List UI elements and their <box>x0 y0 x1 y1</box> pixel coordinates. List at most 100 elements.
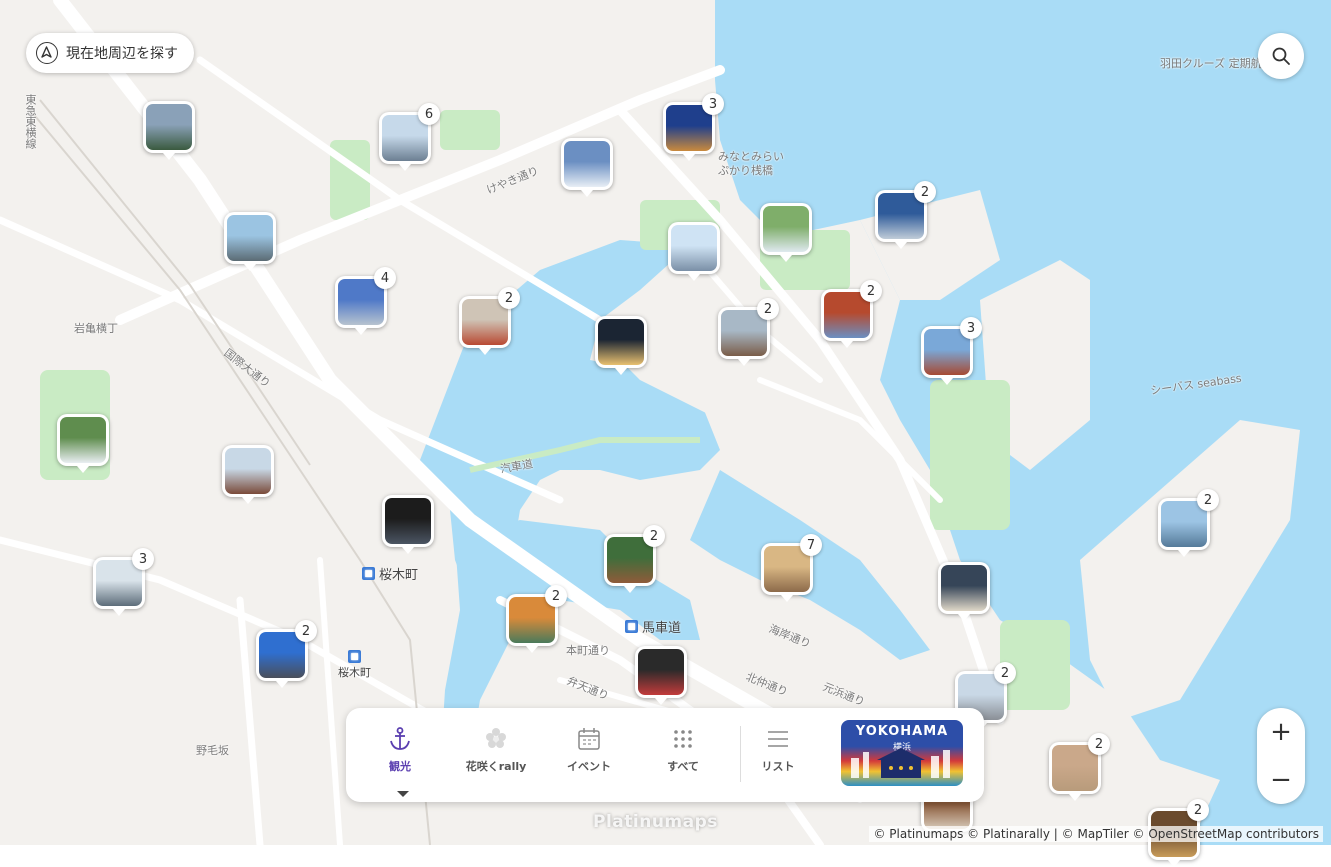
station-bashamichi-label: 馬車道 <box>642 621 682 636</box>
search-button[interactable] <box>1258 33 1304 79</box>
poi-photo-sakuragicho-building <box>146 104 192 150</box>
toyoko-label: 東急東横線 <box>24 94 37 149</box>
poi-count-badge: 3 <box>132 548 154 570</box>
park-3 <box>930 380 1010 530</box>
category-event-label: イベント <box>567 760 611 773</box>
navigation-arrow-icon <box>36 42 58 64</box>
poi-pin[interactable]: 2 <box>821 280 882 348</box>
station-bashamichi[interactable]: ■ 馬車道 <box>625 617 681 636</box>
category-all[interactable]: すべて <box>643 726 723 774</box>
platinumaps-watermark: Platinumaps <box>593 812 718 832</box>
cruise-label: 羽田クルーズ 定期航路 <box>1160 57 1273 70</box>
poi-count-badge: 2 <box>1088 733 1110 755</box>
poi-photo-intercontinental <box>564 141 610 187</box>
yokohama-banner[interactable]: YOKOHAMA 横浜 <box>841 720 963 786</box>
flower-icon <box>486 728 506 748</box>
station-sakuragicho-label: 桜木町 <box>379 568 419 583</box>
poi-count-badge: 2 <box>994 662 1016 684</box>
poi-pin[interactable] <box>382 495 434 554</box>
poi-pin[interactable]: 2 <box>718 298 779 366</box>
poi-photo-kishamichi-park <box>763 206 809 252</box>
wharf-label: みなとみらい ぷかり桟橋 <box>718 150 784 177</box>
train-station-icon: ■ <box>362 567 375 580</box>
poi-pin[interactable] <box>561 138 613 197</box>
poi-pin[interactable] <box>760 203 812 262</box>
poi-photo-temple-roof <box>225 448 271 494</box>
poi-count-badge: 2 <box>757 298 779 320</box>
poi-count-badge: 2 <box>860 280 882 302</box>
poi-count-badge: 7 <box>800 534 822 556</box>
poi-pin[interactable]: 2 <box>1049 733 1110 801</box>
honchodori-label: 本町通り <box>566 644 610 657</box>
poi-count-badge: 2 <box>1187 799 1209 821</box>
search-icon <box>1272 47 1290 65</box>
category-list-label: リスト <box>761 760 795 773</box>
poi-pin[interactable]: 2 <box>604 525 665 593</box>
poi-pin[interactable]: 2 <box>506 585 567 653</box>
poi-pin[interactable] <box>668 222 720 281</box>
poi-count-badge: 2 <box>545 585 567 607</box>
zoom-out-button[interactable]: − <box>1257 756 1305 804</box>
search-nearby-label: 現在地周辺を探す <box>66 46 178 62</box>
poi-count-badge: 2 <box>295 620 317 642</box>
category-bar: 観光 花咲くrally イベント すべて リスト YOKOHAMA 横浜 <box>346 708 984 802</box>
poi-pin[interactable]: 7 <box>761 534 822 602</box>
poi-count-badge: 6 <box>418 103 440 125</box>
poi-pin[interactable] <box>635 646 687 705</box>
banner-illustration <box>851 748 950 778</box>
grid-icon <box>674 730 692 748</box>
poi-count-badge: 2 <box>498 287 520 309</box>
poi-pin[interactable] <box>57 414 109 473</box>
poi-count-badge: 3 <box>960 317 982 339</box>
nogezaka-label: 野毛坂 <box>196 744 229 757</box>
category-list[interactable]: リスト <box>738 726 818 774</box>
zoom-in-button[interactable]: + <box>1257 708 1305 756</box>
category-sightseeing-label: 観光 <box>389 760 411 773</box>
category-flower-rally[interactable]: 花咲くrally <box>456 726 536 774</box>
poi-photo-customs-house <box>941 565 987 611</box>
zoom-control: + − <box>1257 708 1305 804</box>
map-attribution[interactable]: © Platinumaps © Platinarally | © MapTile… <box>869 826 1323 842</box>
poi-photo-night-view <box>598 319 644 365</box>
poi-pin[interactable]: 3 <box>93 548 154 616</box>
calendar-icon <box>578 728 600 750</box>
poi-pin[interactable]: 6 <box>379 103 440 171</box>
poi-pin[interactable]: 2 <box>459 287 520 355</box>
poi-count-badge: 2 <box>914 181 936 203</box>
poi-count-badge: 2 <box>643 525 665 547</box>
poi-pin[interactable] <box>143 101 195 160</box>
poi-pin[interactable]: 2 <box>1158 489 1219 557</box>
category-all-label: すべて <box>667 760 699 773</box>
station-sakuragicho-2[interactable]: ■ 桜木町 <box>338 650 371 680</box>
anchor-icon <box>390 727 410 750</box>
category-event[interactable]: イベント <box>549 726 629 774</box>
poi-pin[interactable]: 2 <box>875 181 936 249</box>
active-category-indicator <box>397 791 409 797</box>
station-sakuragicho-2-label: 桜木町 <box>338 666 371 679</box>
poi-pin[interactable]: 3 <box>921 317 982 385</box>
poi-pin[interactable] <box>222 445 274 504</box>
poi-photo-theater-sign <box>638 649 684 695</box>
search-nearby-button[interactable]: 現在地周辺を探す <box>26 33 194 73</box>
poi-photo-gallery-building <box>227 215 273 261</box>
train-station-icon: ■ <box>348 650 361 663</box>
poi-photo-old-hall <box>60 417 106 463</box>
poi-count-badge: 3 <box>702 93 724 115</box>
poi-pin[interactable]: 2 <box>256 620 317 688</box>
poi-pin[interactable]: 4 <box>335 267 396 335</box>
category-flower-rally-label: 花咲くrally <box>465 760 527 773</box>
category-sightseeing[interactable]: 観光 <box>360 726 440 774</box>
poi-count-badge: 2 <box>1197 489 1219 511</box>
poi-pin[interactable]: 3 <box>663 93 724 161</box>
poi-pin[interactable] <box>224 212 276 271</box>
park-5 <box>440 110 500 150</box>
list-icon <box>768 731 788 747</box>
iwakame-label: 岩亀横丁 <box>74 322 118 335</box>
train-station-icon: ■ <box>625 620 638 633</box>
poi-pin[interactable] <box>938 562 990 621</box>
poi-pin[interactable] <box>595 316 647 375</box>
poi-photo-cosmo-clock <box>671 225 717 271</box>
poi-photo-cockpit <box>385 498 431 544</box>
poi-count-badge: 4 <box>374 267 396 289</box>
station-sakuragicho[interactable]: ■ 桜木町 <box>362 564 418 583</box>
